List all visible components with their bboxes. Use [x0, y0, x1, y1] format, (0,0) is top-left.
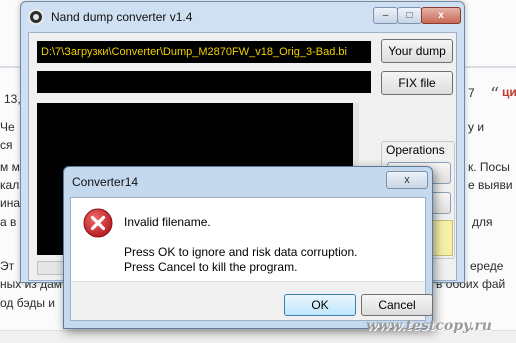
page-text-left: Че [0, 120, 15, 134]
page-text-right: для [472, 215, 493, 229]
fix-file-path-field[interactable] [37, 71, 371, 93]
dialog-content: Invalid filename. Press OK to ignore and… [70, 197, 433, 321]
page-text-right: у и [468, 120, 485, 134]
ok-button[interactable]: OK [284, 294, 356, 316]
dialog-message-title: Invalid filename. [124, 215, 211, 229]
tag-fragment: ци [502, 85, 516, 99]
quote-mark: “ [490, 84, 500, 105]
close-button[interactable]: x [421, 7, 461, 24]
error-dialog[interactable]: Converter14 x Invalid filename. Press OK… [63, 166, 433, 329]
date-fragment: 13, [4, 92, 21, 106]
watermark: www.testcopy.ru [366, 318, 492, 334]
page-text-left: Эт [0, 259, 15, 273]
dialog-message-panel: Invalid filename. Press OK to ignore and… [71, 198, 425, 282]
operations-label: Operations [385, 143, 446, 157]
dialog-title: Converter14 [72, 175, 139, 189]
dump-path-field[interactable]: D:\7\Загрузки\Converter\Dump_M2870FW_v18… [37, 41, 371, 63]
page-text-left: ина [0, 196, 21, 210]
page-text-left: ся [0, 138, 13, 152]
dialog-close-button[interactable]: x [386, 171, 428, 189]
error-icon [83, 208, 113, 238]
page-text-right: е выяви [468, 178, 513, 192]
dialog-message-line: Press Cancel to kill the program. [124, 260, 298, 274]
app-title-bar[interactable]: Nand dump converter v1.4 – □ x [21, 2, 464, 30]
page-text-right: ереде [470, 259, 504, 273]
fix-file-button[interactable]: FIX file [381, 71, 453, 95]
number-fragment: 7 [468, 86, 475, 100]
page-text-left: а в [0, 215, 17, 229]
app-icon [28, 9, 44, 25]
your-dump-button[interactable]: Your dump [381, 39, 453, 63]
page-text-left: м м [0, 160, 20, 174]
app-title: Nand dump converter v1.4 [51, 10, 193, 24]
minimize-button[interactable]: – [373, 7, 398, 24]
dialog-message-line: Press OK to ignore and risk data corrupt… [124, 245, 358, 259]
page-text-right: к. Посы [468, 160, 510, 174]
cancel-button[interactable]: Cancel [361, 294, 433, 316]
maximize-button[interactable]: □ [397, 7, 422, 24]
page-text-left: од бэды и [0, 296, 56, 310]
